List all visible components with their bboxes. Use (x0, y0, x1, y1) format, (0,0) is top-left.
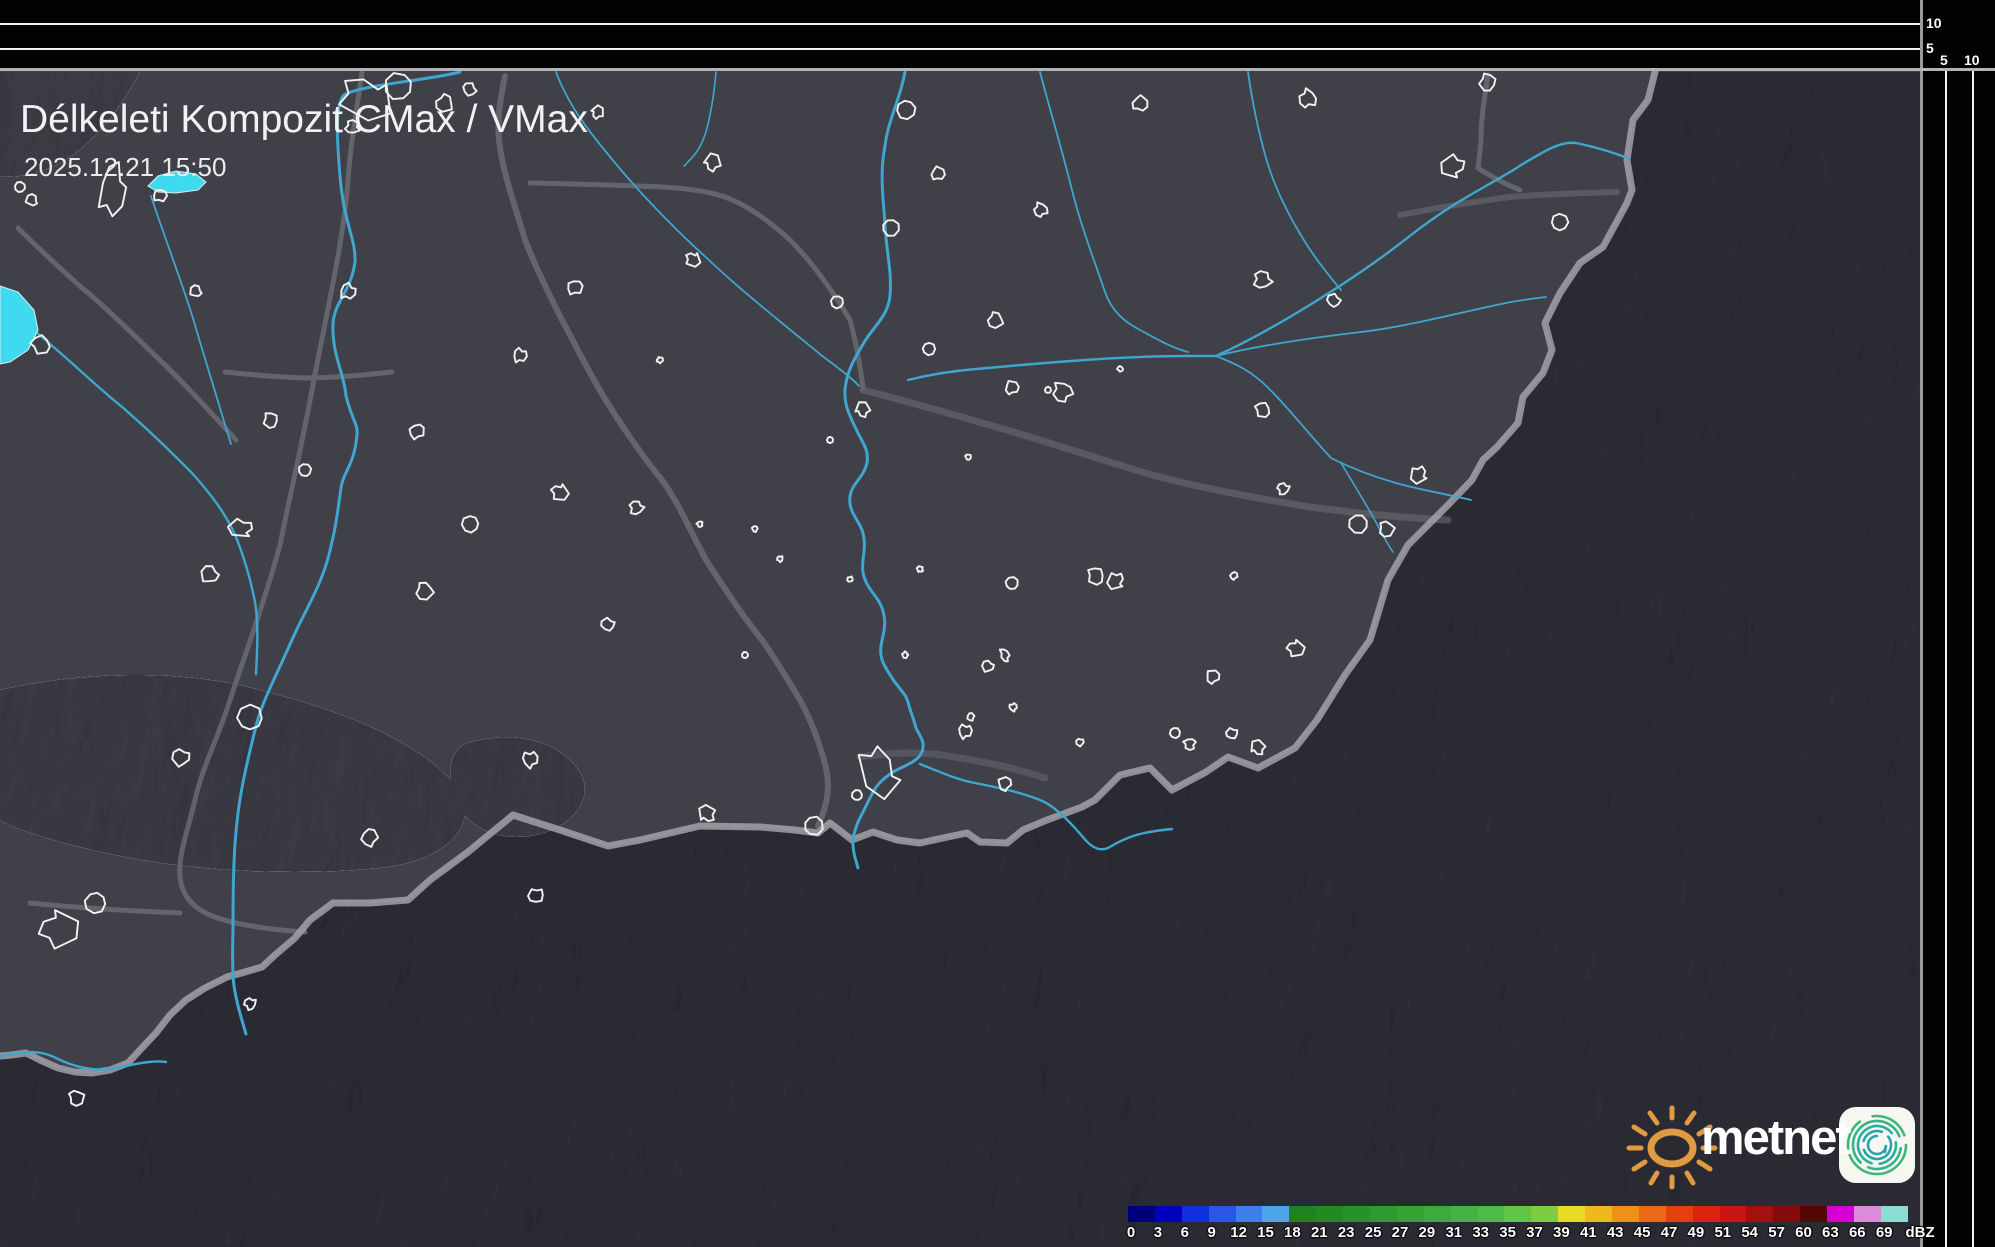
legend-cell (1881, 1206, 1908, 1222)
legend-cell (1827, 1206, 1854, 1222)
legend-tick-label: 31 (1445, 1224, 1462, 1241)
radar-map (0, 71, 1920, 1247)
legend-cell (1504, 1206, 1531, 1222)
legend-tick-label: 0 (1127, 1224, 1135, 1241)
legend-tick-label: 33 (1472, 1224, 1489, 1241)
legend-tick-label: 6 (1181, 1224, 1189, 1241)
dbz-legend: 0369121518212325272931333537394143454749… (1128, 1206, 1938, 1246)
legend-cell (1612, 1206, 1639, 1222)
right-projection-panel (1923, 0, 1995, 1247)
legend-tick-label: 54 (1741, 1224, 1758, 1241)
metnet-app-icon (1839, 1107, 1915, 1183)
legend-tick-label: 57 (1768, 1224, 1785, 1241)
legend-cell (1773, 1206, 1800, 1222)
legend-cell (1585, 1206, 1612, 1222)
right-axis-label-5: 5 (1940, 53, 1948, 67)
legend-cell (1343, 1206, 1370, 1222)
legend-tick-label: 60 (1795, 1224, 1812, 1241)
legend-cell (1289, 1206, 1316, 1222)
legend-tick-label: 43 (1607, 1224, 1624, 1241)
legend-tick-label: 23 (1338, 1224, 1355, 1241)
timestamp: 2025.12.21 15:50 (24, 152, 226, 183)
legend-cell (1451, 1206, 1478, 1222)
top-axis-label-10: 10 (1926, 16, 1942, 30)
legend-tick-label: 45 (1634, 1224, 1651, 1241)
legend-cell (1128, 1206, 1155, 1222)
legend-cell (1854, 1206, 1881, 1222)
legend-tick-label: 9 (1208, 1224, 1216, 1241)
legend-cell (1639, 1206, 1666, 1222)
legend-tick-label: 29 (1419, 1224, 1436, 1241)
legend-cell (1693, 1206, 1720, 1222)
legend-cell (1316, 1206, 1343, 1222)
legend-cell (1666, 1206, 1693, 1222)
page-title: Délkeleti Kompozit CMax / VMax (20, 98, 588, 142)
legend-tick-label: 47 (1661, 1224, 1678, 1241)
legend-cell (1531, 1206, 1558, 1222)
dbz-unit-label: dBZ (1906, 1224, 1935, 1241)
legend-tick-label: 25 (1365, 1224, 1382, 1241)
legend-tick-label: 66 (1849, 1224, 1866, 1241)
legend-tick-label: 12 (1230, 1224, 1247, 1241)
legend-cell (1424, 1206, 1451, 1222)
right-axis-label-10: 10 (1964, 53, 1980, 67)
top-panel-gridline-10km (0, 23, 1920, 25)
legend-tick-label: 27 (1392, 1224, 1409, 1241)
right-panel-gridline-10km (1972, 71, 1974, 1247)
legend-cell (1182, 1206, 1209, 1222)
legend-tick-label: 37 (1526, 1224, 1543, 1241)
legend-cell (1800, 1206, 1827, 1222)
legend-cell (1478, 1206, 1505, 1222)
legend-tick-label: 15 (1257, 1224, 1274, 1241)
legend-cell (1558, 1206, 1585, 1222)
right-panel-gridline-5km (1945, 71, 1947, 1247)
legend-tick-label: 63 (1822, 1224, 1839, 1241)
legend-cell (1397, 1206, 1424, 1222)
legend-tick-label: 39 (1553, 1224, 1570, 1241)
panel-separator-horizontal (0, 68, 1995, 71)
legend-cell (1370, 1206, 1397, 1222)
legend-cell (1262, 1206, 1289, 1222)
legend-tick-label: 49 (1688, 1224, 1705, 1241)
legend-cell (1720, 1206, 1747, 1222)
panel-separator-vertical (1920, 0, 1923, 1247)
metnet-wordmark: metnet (1701, 1110, 1850, 1166)
dbz-colorbar (1128, 1206, 1908, 1222)
legend-tick-label: 3 (1154, 1224, 1162, 1241)
map-canvas (0, 71, 1920, 1247)
top-axis-label-5: 5 (1926, 41, 1934, 55)
legend-cell (1746, 1206, 1773, 1222)
legend-tick-label: 35 (1499, 1224, 1516, 1241)
top-projection-panel (0, 0, 1995, 70)
legend-tick-label: 21 (1311, 1224, 1328, 1241)
legend-tick-label: 51 (1714, 1224, 1731, 1241)
legend-cell (1209, 1206, 1236, 1222)
legend-cell (1155, 1206, 1182, 1222)
legend-tick-label: 41 (1580, 1224, 1597, 1241)
legend-tick-label: 18 (1284, 1224, 1301, 1241)
radar-composite-screen: 10 5 5 10 Délkeleti Kompozit CMax / VMax… (0, 0, 1995, 1247)
legend-tick-label: 69 (1876, 1224, 1893, 1241)
legend-cell (1236, 1206, 1263, 1222)
top-panel-gridline-5km (0, 48, 1920, 50)
